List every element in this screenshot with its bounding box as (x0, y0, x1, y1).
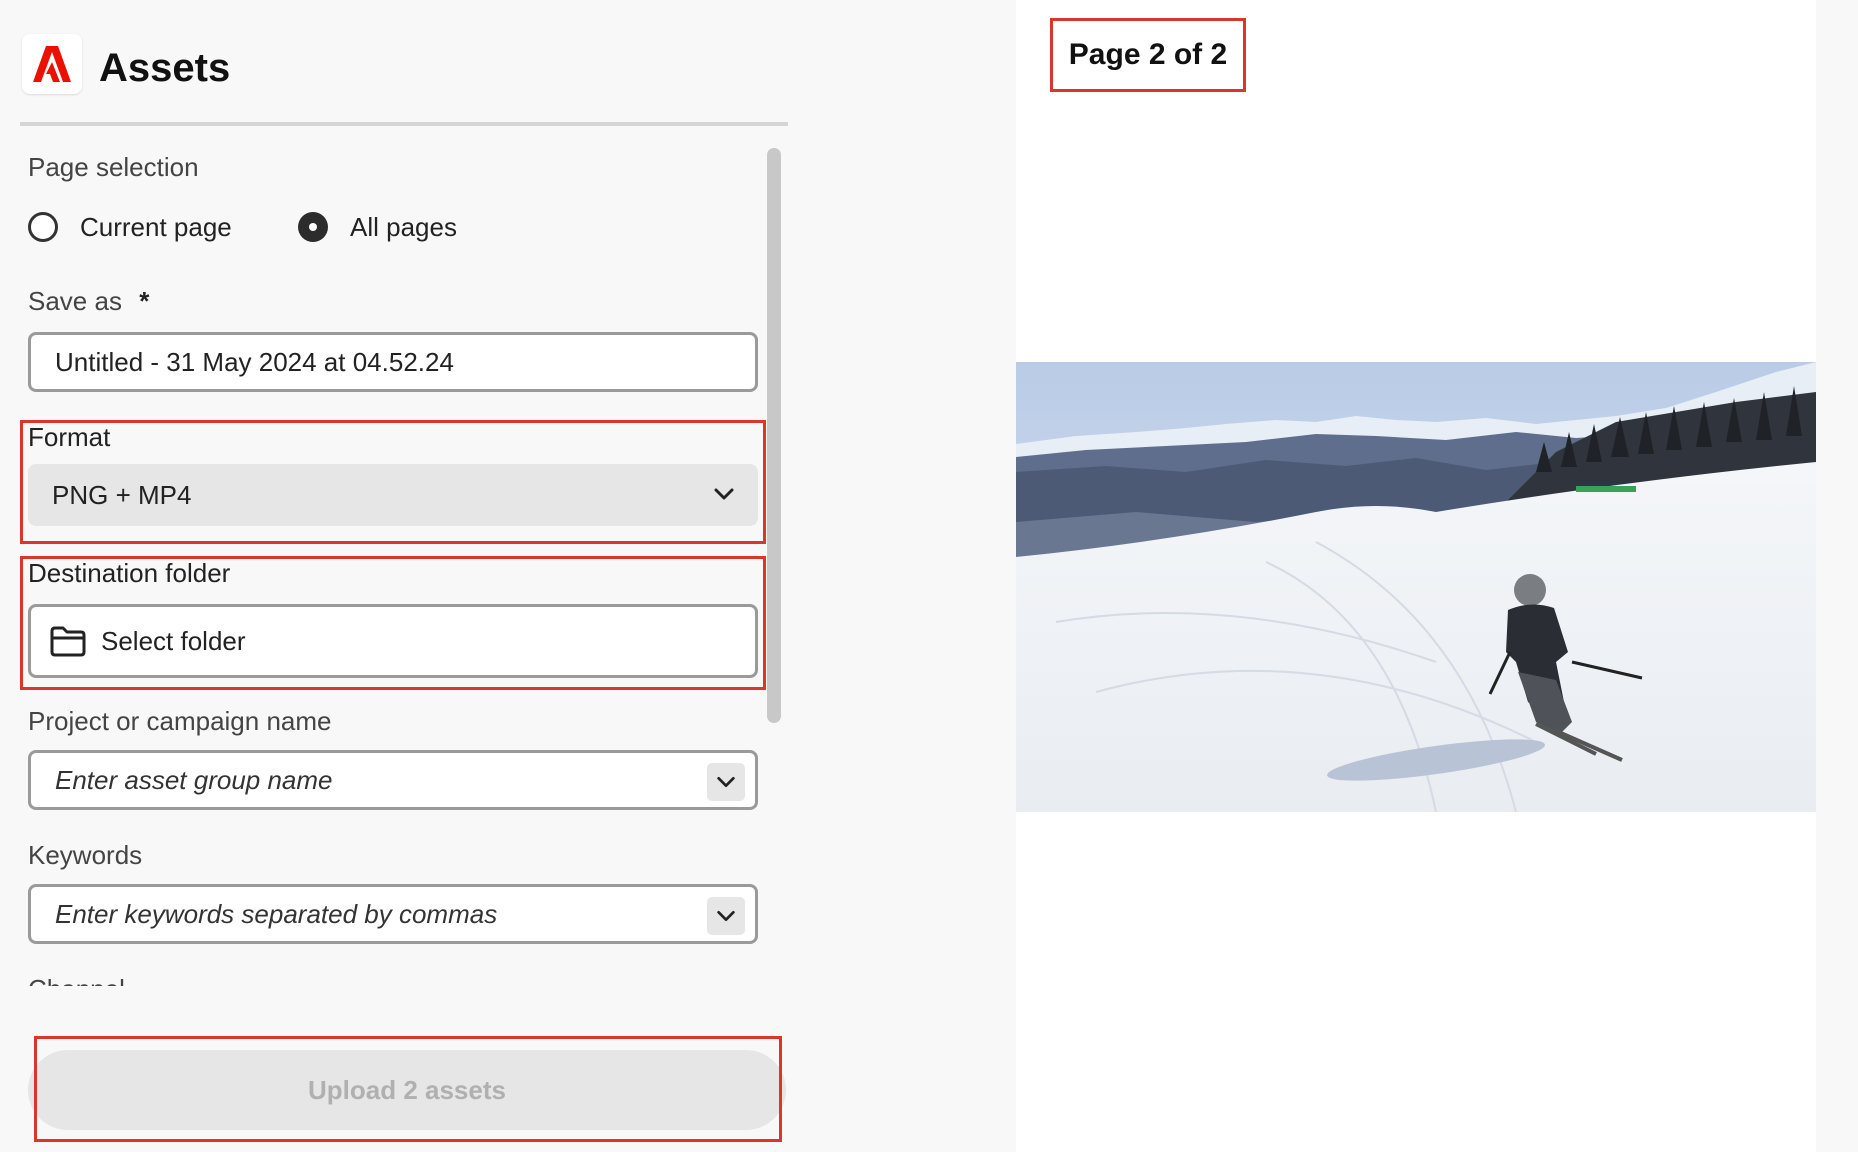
folder-icon (50, 626, 86, 657)
keywords-placeholder: Enter keywords separated by commas (55, 898, 498, 929)
format-label: Format (28, 422, 111, 452)
select-folder-label: Select folder (101, 625, 246, 656)
format-select[interactable]: PNG + MP4 (28, 464, 758, 526)
project-name-combobox[interactable]: Enter asset group name (28, 750, 758, 810)
form-scroll-area[interactable]: Page selection Current page All pages Sa… (20, 140, 760, 986)
keywords-label: Keywords (28, 840, 143, 870)
radio-all-pages[interactable] (298, 212, 328, 242)
save-as-value: Untitled - 31 May 2024 at 04.52.24 (55, 346, 454, 377)
header-divider (20, 122, 788, 126)
channel-label: Channel (28, 972, 125, 986)
radio-current-page[interactable] (28, 212, 58, 242)
skier-photo (1016, 362, 1816, 812)
keywords-dropdown-button[interactable] (707, 897, 745, 935)
adobe-logo-icon (33, 46, 71, 82)
radio-all-pages-label[interactable]: All pages (350, 210, 457, 244)
keywords-combobox[interactable]: Enter keywords separated by commas (28, 884, 758, 944)
project-name-dropdown-button[interactable] (707, 763, 745, 801)
adobe-logo (22, 34, 82, 94)
preview-image (1016, 362, 1816, 812)
preview-gutter (1816, 0, 1858, 1152)
form-scrollbar-thumb[interactable] (767, 148, 781, 723)
page-selection-label: Page selection (28, 152, 199, 182)
radio-current-page-label[interactable]: Current page (80, 210, 232, 244)
destination-folder-label: Destination folder (28, 558, 231, 588)
app-title: Assets (99, 46, 231, 90)
save-as-label-text: Save as (28, 286, 122, 316)
save-as-label: Save as * (28, 284, 149, 318)
upload-assets-button[interactable]: Upload 2 assets (28, 1050, 786, 1130)
project-name-placeholder: Enter asset group name (55, 764, 333, 795)
format-value: PNG + MP4 (52, 479, 192, 510)
project-name-label: Project or campaign name (28, 706, 332, 736)
chevron-down-icon (717, 776, 735, 788)
select-folder-button[interactable]: Select folder (28, 604, 758, 678)
chevron-down-icon (717, 910, 735, 922)
page-indicator: Page 2 of 2 (1050, 18, 1246, 92)
chevron-down-icon (714, 488, 734, 500)
save-as-input[interactable]: Untitled - 31 May 2024 at 04.52.24 (28, 332, 758, 392)
required-asterisk: * (139, 286, 150, 316)
